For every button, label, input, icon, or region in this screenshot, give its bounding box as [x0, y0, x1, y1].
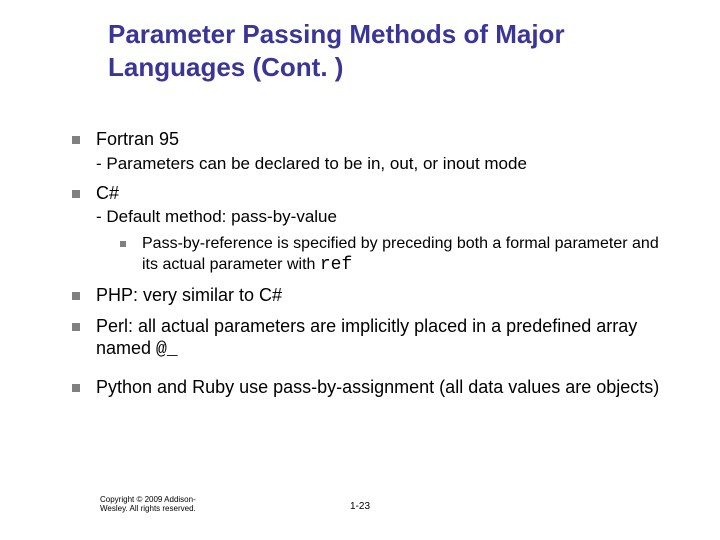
dash: -	[96, 207, 106, 226]
bullet-php: PHP: very similar to C#	[72, 284, 672, 307]
csharp-ref-text: Pass-by-reference is specified by preced…	[142, 235, 659, 273]
slide: Parameter Passing Methods of Major Langu…	[0, 0, 720, 540]
bullet-csharp: C#	[72, 182, 672, 205]
slide-body: Fortran 95 - Parameters can be declared …	[72, 120, 672, 398]
bullet-csharp-sub: - Default method: pass-by-value	[96, 206, 672, 227]
slide-title: Parameter Passing Methods of Major Langu…	[108, 18, 668, 83]
code-ref: ref	[320, 255, 352, 275]
bullet-fortran-sub: - Parameters can be declared to be in, o…	[96, 153, 672, 174]
bullet-csharp-ref: Pass-by-reference is specified by preced…	[120, 234, 672, 277]
csharp-default-text: Default method: pass-by-value	[106, 207, 337, 226]
bullet-perl: Perl: all actual parameters are implicit…	[72, 315, 672, 362]
bullet-python-ruby: Python and Ruby use pass-by-assignment (…	[72, 376, 672, 399]
page-number: 1-23	[0, 501, 720, 512]
bullet-fortran: Fortran 95	[72, 128, 672, 151]
code-at-underscore: @_	[156, 340, 178, 360]
